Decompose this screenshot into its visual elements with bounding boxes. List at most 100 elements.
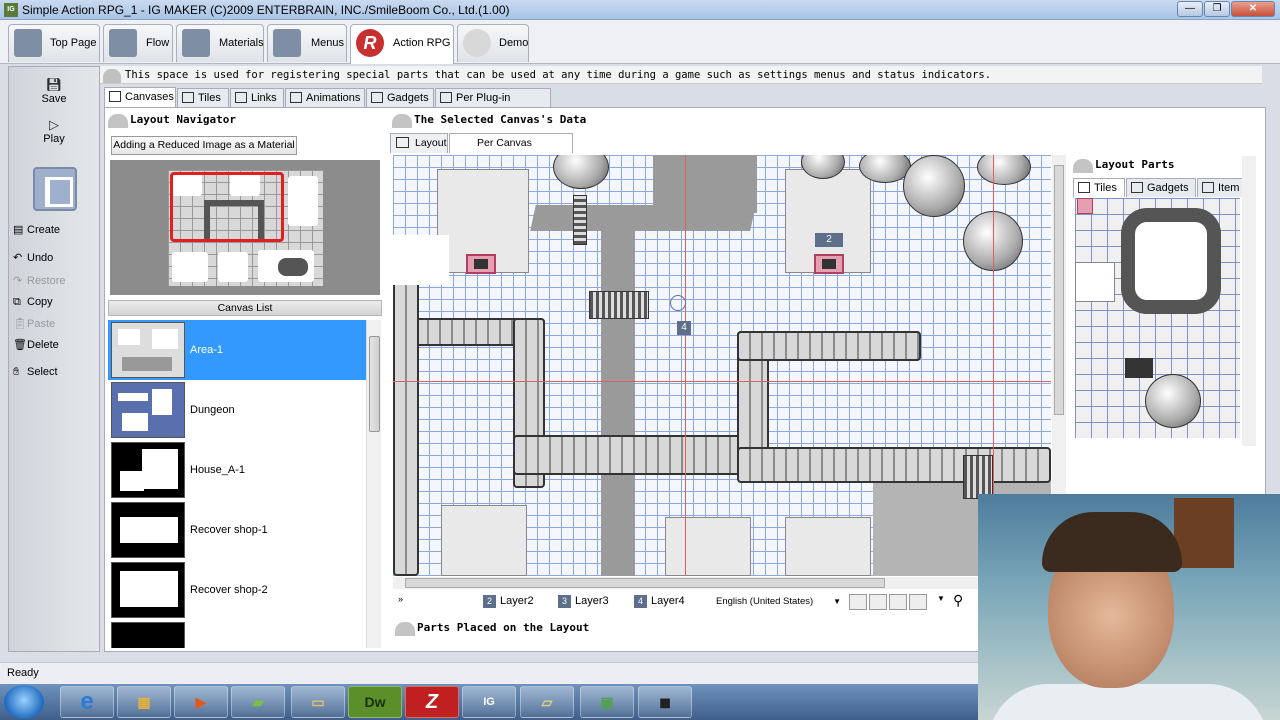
canvas-list: Area-1 Dungeon House_A-1 Recover shop-1 … bbox=[108, 318, 382, 648]
map-house[interactable] bbox=[437, 169, 529, 274]
tab-label: Item bbox=[1218, 182, 1240, 194]
app-icon: IG bbox=[4, 3, 18, 17]
scroll-thumb[interactable] bbox=[1054, 165, 1064, 415]
expand-icon[interactable]: » bbox=[398, 594, 403, 604]
canvas-list-item[interactable]: Recover shop-1 bbox=[108, 500, 366, 560]
demo-icon bbox=[463, 29, 491, 57]
layer-4-toggle[interactable]: 4 Layer4 bbox=[634, 595, 685, 608]
parts-placed-title: Parts Placed on the Layout bbox=[393, 619, 978, 637]
save-icon: 💾︎ bbox=[45, 77, 63, 92]
layer-view-icon[interactable] bbox=[909, 594, 927, 610]
tab-tiles[interactable]: Tiles bbox=[177, 88, 229, 107]
sub-tab-bar: Canvases Tiles Links Animations Gadgets … bbox=[104, 87, 554, 122]
trash-icon: 🗑︎ bbox=[13, 339, 27, 351]
tab-gadgets[interactable]: Gadgets bbox=[366, 88, 434, 107]
tab-per-canvas-settings[interactable]: Per Canvas Settings bbox=[449, 133, 573, 167]
canvas-list-item[interactable]: Recover shop-2 bbox=[108, 560, 366, 620]
dreamweaver-icon[interactable]: Dw bbox=[348, 686, 402, 718]
navigator-viewport-frame[interactable] bbox=[170, 172, 284, 242]
filezilla-icon[interactable]: Z bbox=[405, 686, 459, 718]
maximize-button[interactable]: ❐ bbox=[1204, 1, 1230, 17]
canvas-list-item[interactable]: House_A-1 bbox=[108, 440, 366, 500]
canvas-thumbnail bbox=[111, 562, 185, 618]
start-button[interactable] bbox=[4, 685, 44, 719]
paste-button[interactable]: 📋︎Paste bbox=[13, 316, 55, 332]
create-button[interactable]: ▤ Create bbox=[13, 222, 60, 238]
media-player-icon[interactable]: ▶ bbox=[174, 686, 228, 718]
explorer-icon[interactable]: ▦ bbox=[117, 686, 171, 718]
close-button[interactable]: ✕ bbox=[1231, 1, 1275, 17]
tab-label: Flow bbox=[146, 37, 170, 49]
layer-bar: » 2 Layer2 3 Layer3 4 Layer4 English (Unite… bbox=[393, 592, 983, 612]
play-button[interactable]: ▷ Play bbox=[9, 117, 99, 145]
game-icon[interactable]: ▰ bbox=[231, 686, 285, 718]
layer-view-icon[interactable] bbox=[869, 594, 887, 610]
map-marker[interactable]: 2 bbox=[815, 233, 843, 247]
layout-parts-scrollbar[interactable] bbox=[1242, 156, 1256, 446]
paste-icon: 📋︎ bbox=[13, 318, 27, 330]
map-horizontal-scrollbar[interactable] bbox=[393, 577, 1051, 589]
canvas-name: Area-1 bbox=[190, 344, 224, 356]
monitor-icon[interactable]: ▣ bbox=[580, 686, 634, 718]
canvas-list-item[interactable]: Area-1 bbox=[108, 320, 366, 380]
canvas-name: Recover shop-2 bbox=[190, 584, 268, 596]
tab-canvases[interactable]: Canvases bbox=[104, 87, 176, 108]
tab-label: Top Page bbox=[50, 37, 97, 49]
canvas-list-scrollbar[interactable] bbox=[366, 320, 381, 648]
folder-icon[interactable]: ▭ bbox=[291, 686, 345, 718]
tab-menus[interactable]: Menus bbox=[267, 24, 347, 62]
delete-label: Delete bbox=[27, 339, 59, 351]
undo-button[interactable]: ↶ Undo bbox=[13, 250, 53, 266]
scroll-thumb[interactable] bbox=[405, 578, 885, 588]
canvas-list-item[interactable] bbox=[108, 620, 366, 648]
restore-button[interactable]: ↷ Restore bbox=[13, 273, 66, 289]
tab-per-plugin-settings[interactable]: Per Plug-in Settings bbox=[435, 88, 551, 122]
tab-label: Gadgets bbox=[1147, 182, 1189, 194]
create-label: Create bbox=[27, 224, 61, 236]
tab-action-rpg[interactable]: R Action RPG bbox=[350, 24, 454, 64]
layer-view-icon[interactable] bbox=[889, 594, 907, 610]
layout-parts-title: Layout Parts bbox=[1071, 156, 1243, 174]
copy-button[interactable]: ⧉ Copy bbox=[13, 294, 53, 310]
map-marker[interactable]: 4 bbox=[677, 321, 691, 335]
minimize-button[interactable]: — bbox=[1177, 1, 1203, 17]
grid-icon[interactable] bbox=[849, 594, 867, 610]
canvas-list-item[interactable]: Dungeon bbox=[108, 380, 366, 440]
tab-label: Animations bbox=[306, 92, 361, 104]
tab-layout[interactable]: Layout bbox=[390, 133, 448, 153]
ig-maker-icon[interactable]: IG bbox=[462, 686, 516, 718]
tab-parts-tiles[interactable]: Tiles bbox=[1073, 178, 1125, 197]
tab-demo[interactable]: Demo bbox=[457, 24, 529, 62]
add-reduced-image-button[interactable]: Adding a Reduced Image as a Material bbox=[111, 136, 297, 155]
delete-button[interactable]: 🗑︎Delete bbox=[13, 337, 59, 353]
tab-materials[interactable]: Materials bbox=[176, 24, 264, 62]
tile-palette[interactable] bbox=[1075, 198, 1240, 438]
language-value: English (United States) bbox=[716, 596, 814, 607]
layer-3-toggle[interactable]: 3 Layer3 bbox=[558, 595, 609, 608]
language-select[interactable]: English (United States) ▼ bbox=[713, 594, 843, 610]
poster bbox=[1174, 498, 1234, 568]
navigator-preview[interactable] bbox=[110, 160, 380, 295]
tab-parts-item[interactable]: Item bbox=[1197, 178, 1243, 197]
scroll-thumb[interactable] bbox=[369, 336, 380, 432]
play-label: Play bbox=[43, 133, 65, 145]
save-button[interactable]: 💾︎ Save bbox=[9, 77, 99, 105]
ie-icon[interactable]: e bbox=[60, 686, 114, 718]
selected-canvas-title: The Selected Canvas's Data bbox=[390, 111, 1050, 129]
layout-map-canvas[interactable]: 2 4 bbox=[393, 155, 1051, 576]
notes-icon[interactable]: ▱ bbox=[520, 686, 574, 718]
chevron-down-icon[interactable]: ▼ bbox=[937, 594, 945, 603]
tab-top-page[interactable]: Top Page bbox=[8, 24, 100, 62]
crosshair-icon bbox=[670, 295, 686, 311]
camera-icon[interactable]: ◼ bbox=[638, 686, 692, 718]
layer-2-toggle[interactable]: 2 Layer2 bbox=[483, 595, 534, 608]
flow-large-icon[interactable] bbox=[33, 167, 77, 211]
zoom-icon[interactable]: ⚲ bbox=[953, 592, 963, 609]
tab-parts-gadgets[interactable]: Gadgets bbox=[1126, 178, 1196, 197]
tab-animations[interactable]: Animations bbox=[285, 88, 365, 107]
tab-links[interactable]: Links bbox=[230, 88, 284, 107]
map-house[interactable] bbox=[785, 169, 871, 274]
tab-label: Layout bbox=[415, 137, 447, 149]
select-button[interactable]: ✋︎ Select bbox=[13, 364, 58, 380]
tab-flow[interactable]: Flow bbox=[103, 24, 173, 62]
